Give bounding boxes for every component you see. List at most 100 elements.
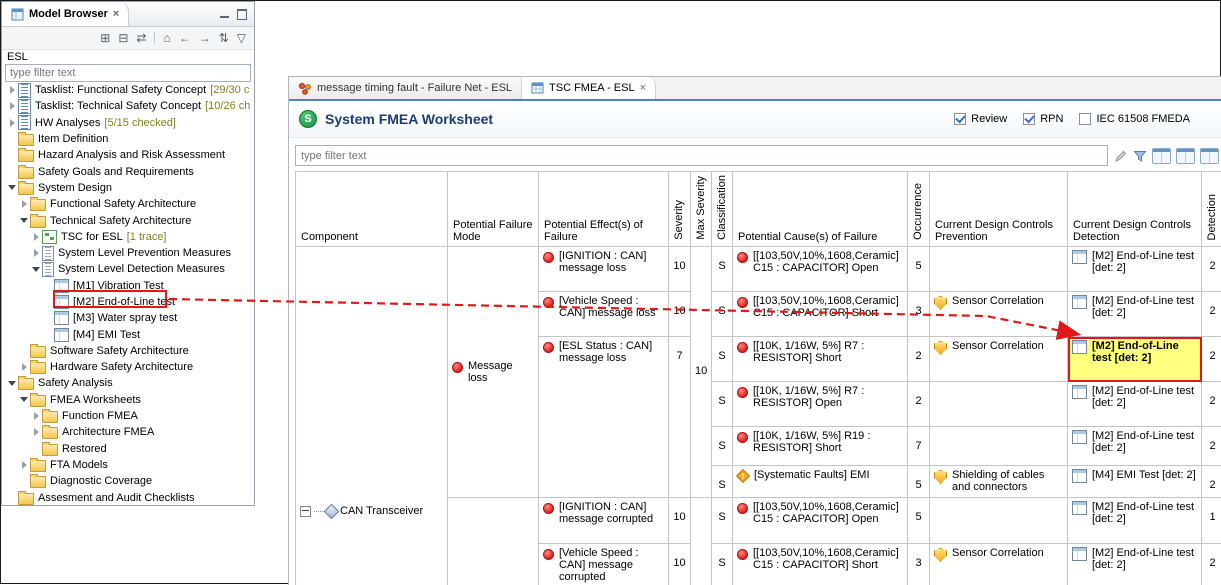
back-icon[interactable]: ←	[179, 31, 191, 45]
occurrence-cell[interactable]: 3	[908, 292, 930, 337]
minimize-icon[interactable]	[220, 10, 229, 19]
iec-61508-fmeda-option[interactable]: IEC 61508 FMEDA	[1079, 113, 1190, 125]
column-header-component[interactable]: Component	[296, 172, 448, 247]
classification-cell[interactable]: S	[712, 337, 733, 382]
table-view-icon-3[interactable]	[1200, 148, 1219, 164]
classification-cell[interactable]: S	[712, 247, 733, 292]
occurrence-cell[interactable]: 2	[908, 382, 930, 427]
effect-cell[interactable]: [IGNITION : CAN] message loss	[539, 247, 669, 292]
tree-item-system-design[interactable]: System Design	[2, 180, 254, 196]
chevron-right-icon[interactable]	[34, 428, 39, 436]
chevron-right-icon[interactable]	[22, 363, 27, 371]
detection-cell[interactable]: [M2] End-of-Line test [det: 2]	[1068, 498, 1202, 544]
tree-item[interactable]: Restored	[2, 441, 254, 457]
column-header-prevention[interactable]: Current Design Controls Prevention	[930, 172, 1068, 247]
column-header-occurrence[interactable]: Occurrence	[908, 172, 930, 247]
column-header-severity[interactable]: Severity	[669, 172, 691, 247]
cause-cell[interactable]: [[103,50V,10%,1608,Ceramic] C15 : CAPACI…	[733, 247, 908, 292]
tree-item[interactable]: Architecture FMEA	[2, 424, 254, 440]
chevron-right-icon[interactable]	[22, 200, 27, 208]
tree-item-technical-safety-architecture[interactable]: Technical Safety Architecture	[2, 212, 254, 228]
severity-cell[interactable]: 10	[669, 544, 691, 585]
tree-item[interactable]: Function FMEA	[2, 408, 254, 424]
prevention-cell[interactable]: Sensor Correlation	[930, 292, 1068, 337]
detection-cell[interactable]: [M2] End-of-Line test [det: 2]	[1068, 247, 1202, 292]
chevron-down-icon[interactable]	[20, 218, 28, 223]
table-view-icon-2[interactable]	[1176, 148, 1195, 164]
tree-item[interactable]: [M4] EMI Test	[2, 326, 254, 342]
severity-cell[interactable]: 10	[669, 498, 691, 544]
tree-filter-input[interactable]	[5, 64, 251, 82]
expand-all-icon[interactable]: ⊞	[100, 31, 110, 45]
rpn-option[interactable]: RPN	[1023, 113, 1063, 125]
tab-tsc-fmea[interactable]: TSC FMEA - ESL ×	[522, 77, 656, 99]
worksheet-filter-input[interactable]	[295, 145, 1108, 166]
chevron-down-icon[interactable]	[8, 381, 16, 386]
chevron-right-icon[interactable]	[34, 233, 39, 241]
collapse-all-icon[interactable]: ⊟	[118, 31, 128, 45]
effect-cell[interactable]: [IGNITION : CAN] message corrupted	[539, 498, 669, 544]
detection-rank-cell[interactable]: 2	[1202, 544, 1221, 585]
tree-item[interactable]: Tasklist: Technical Safety Concept[10/26…	[2, 98, 254, 114]
tree-item[interactable]: Tasklist: Functional Safety Concept[29/3…	[2, 82, 254, 98]
prevention-cell[interactable]: Sensor Correlation	[930, 337, 1068, 382]
effect-cell[interactable]: [Vehicle Speed : CAN] message loss	[539, 292, 669, 337]
component-cell[interactable]: CAN Transceiver	[296, 247, 448, 585]
forward-icon[interactable]: →	[199, 31, 211, 45]
prevention-cell[interactable]: Sensor Correlation	[930, 544, 1068, 585]
occurrence-cell[interactable]: 5	[908, 498, 930, 544]
home-icon[interactable]: ⌂	[163, 31, 170, 45]
tree-item[interactable]: Software Safety Architecture	[2, 343, 254, 359]
tree-item-fmea-worksheets[interactable]: FMEA Worksheets	[2, 392, 254, 408]
detection-cell-highlighted[interactable]: [M2] End-of-Line test [det: 2]	[1068, 337, 1202, 382]
link-with-editor-icon[interactable]: ⇄	[136, 31, 146, 45]
column-header-failure-mode[interactable]: Potential Failure Mode	[448, 172, 539, 247]
detection-cell[interactable]: [M2] End-of-Line test [det: 2]	[1068, 382, 1202, 427]
tree-item[interactable]: HW Analyses[5/15 checked]	[2, 115, 254, 131]
failure-mode-cell[interactable]	[448, 498, 539, 585]
tab-failure-net[interactable]: message timing fault - Failure Net - ESL	[289, 77, 522, 99]
detection-cell[interactable]: [M4] EMI Test [det: 2]	[1068, 466, 1202, 498]
classification-cell[interactable]: S	[712, 466, 733, 498]
tree-item[interactable]: Safety Goals and Requirements	[2, 163, 254, 179]
column-header-max-severity[interactable]: Max Severity	[691, 172, 712, 247]
detection-rank-cell[interactable]: 1	[1202, 498, 1221, 544]
column-header-classification[interactable]: Classification	[712, 172, 733, 247]
occurrence-cell[interactable]: 5	[908, 466, 930, 498]
cause-cell[interactable]: [[103,50V,10%,1608,Ceramic] C15 : CAPACI…	[733, 544, 908, 585]
checkbox-checked-icon[interactable]	[954, 113, 966, 125]
effect-cell[interactable]: [Vehicle Speed : CAN] message corrupted	[539, 544, 669, 585]
cause-cell[interactable]: [Systematic Faults] EMI	[733, 466, 908, 498]
severity-cell[interactable]: 10	[669, 292, 691, 337]
column-header-detection-rank[interactable]: Detection	[1202, 172, 1221, 247]
close-icon[interactable]: ×	[640, 83, 646, 94]
checkbox-unchecked-icon[interactable]	[1079, 113, 1091, 125]
tree-item[interactable]: System Level Prevention Measures	[2, 245, 254, 261]
occurrence-cell[interactable]: 2	[908, 337, 930, 382]
chevron-right-icon[interactable]	[10, 102, 15, 110]
occurrence-cell[interactable]: 7	[908, 427, 930, 466]
classification-cell[interactable]: S	[712, 498, 733, 544]
detection-rank-cell[interactable]: 2	[1202, 247, 1221, 292]
chevron-down-icon[interactable]	[8, 185, 16, 190]
column-header-effects[interactable]: Potential Effect(s) of Failure	[539, 172, 669, 247]
detection-rank-cell[interactable]: 2	[1202, 292, 1221, 337]
occurrence-cell[interactable]: 3	[908, 544, 930, 585]
checkbox-checked-icon[interactable]	[1023, 113, 1035, 125]
max-severity-cell[interactable]: 10	[691, 247, 712, 498]
chevron-down-icon[interactable]	[32, 267, 40, 272]
tree-item[interactable]: TSC for ESL[1 trace]	[2, 229, 254, 245]
detection-rank-cell[interactable]: 2	[1202, 427, 1221, 466]
chevron-right-icon[interactable]	[34, 412, 39, 420]
column-header-detection-controls[interactable]: Current Design Controls Detection	[1068, 172, 1202, 247]
chevron-down-icon[interactable]	[20, 397, 28, 402]
detection-cell[interactable]: [M2] End-of-Line test [det: 2]	[1068, 292, 1202, 337]
detection-rank-cell[interactable]: 2	[1202, 382, 1221, 427]
expander-box-icon[interactable]	[300, 506, 311, 517]
max-severity-cell[interactable]	[691, 498, 712, 585]
tree-item[interactable]: [M3] Water spray test	[2, 310, 254, 326]
effect-cell[interactable]: [ESL Status : CAN] message loss	[539, 337, 669, 498]
classification-cell[interactable]: S	[712, 382, 733, 427]
tree-item[interactable]: Functional Safety Architecture	[2, 196, 254, 212]
severity-cell[interactable]: 10	[669, 247, 691, 292]
